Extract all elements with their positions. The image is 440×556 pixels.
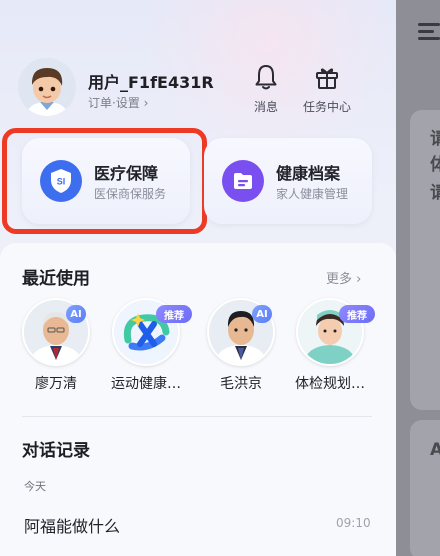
recent-item-label: 运动健康… [111, 376, 181, 392]
ai-badge: AI [252, 305, 272, 323]
recent-title: 最近使用 [22, 269, 90, 289]
task-center-label: 任务中心 [303, 100, 352, 114]
history-title: 对话记录 [22, 441, 90, 461]
history-item-time: 09:10 [336, 516, 371, 530]
history-item-title[interactable]: 阿福能做什么 [24, 513, 120, 537]
task-center-button[interactable]: 任务中心 [303, 64, 351, 115]
recommend-badge: 推荐 [339, 305, 375, 323]
health-records-title: 健康档案 [276, 164, 341, 183]
recent-item-label: 廖万清 [35, 376, 77, 392]
background-page[interactable]: 请 体 请 A [396, 0, 440, 556]
username[interactable]: 用户_F1fE431R [88, 69, 214, 93]
recent-item-label: 体检规划… [295, 376, 365, 392]
recommend-badge: 推荐 [156, 305, 192, 323]
folder-icon [222, 160, 264, 202]
messages-label: 消息 [254, 100, 279, 114]
menu-icon [418, 22, 440, 44]
section-divider [22, 416, 372, 417]
bell-icon [254, 65, 278, 94]
recent-item[interactable]: 廖万清 [13, 298, 99, 393]
side-drawer: 用户_F1fE431R 订单·设置 › 消息 任务中心 SI 医疗保障 医保商保… [0, 0, 396, 556]
health-records-card[interactable]: 健康档案 家人健康管理 [204, 138, 372, 224]
orders-settings-link[interactable]: 订单·设置 › [88, 94, 148, 111]
background-text: A [430, 440, 440, 460]
content-panel [0, 243, 396, 556]
recent-item-label: 毛洪京 [220, 376, 262, 392]
ai-badge: AI [66, 305, 86, 323]
background-text: 请 [430, 129, 440, 149]
user-avatar[interactable] [18, 58, 76, 116]
background-text: 体 [430, 155, 440, 175]
history-day-label: 今天 [24, 480, 46, 493]
health-records-subtitle: 家人健康管理 [276, 187, 349, 201]
highlight-outline [2, 128, 207, 234]
messages-button[interactable]: 消息 [254, 64, 278, 115]
background-text: 请 [430, 183, 440, 203]
more-link[interactable]: 更多 › [326, 268, 361, 287]
gift-icon [314, 68, 340, 94]
